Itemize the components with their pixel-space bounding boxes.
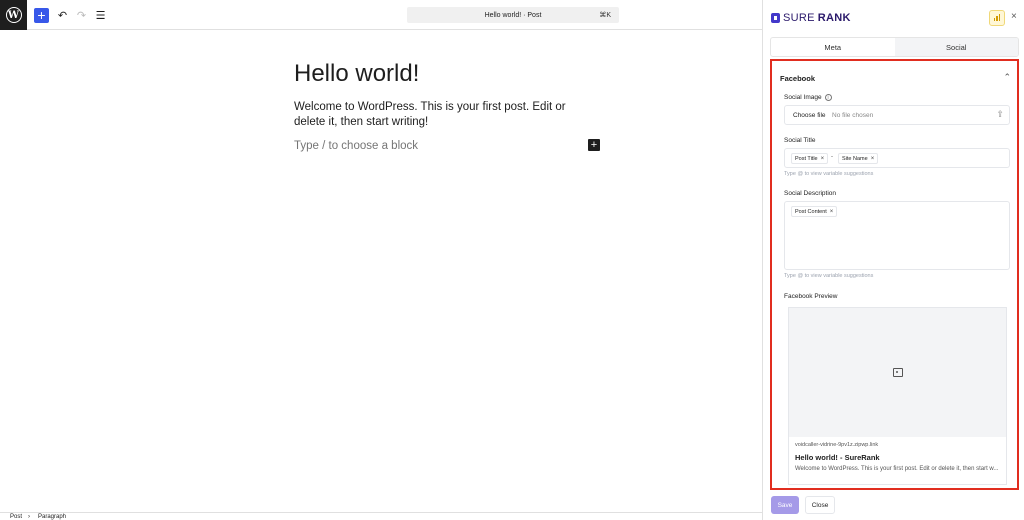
chip-label: Post Title [795,155,818,162]
social-title-input[interactable]: Post Title × - Site Name × [784,148,1010,168]
upload-icon[interactable]: ⇪ [996,109,1004,120]
document-title: Hello world! · Post [484,11,542,19]
close-sidebar-icon[interactable]: × [1011,11,1017,22]
bar-chart-icon [993,18,996,21]
chip-separator: - [831,154,833,160]
surerank-sidebar: SURE RANK × Meta Social Facebook ⌃ Social… [762,0,1024,520]
facebook-preview-label: Facebook Preview [784,293,838,300]
add-block-button[interactable]: + [34,8,49,23]
list-view-icon[interactable]: ☰ [93,8,108,23]
shortcut-hint: ⌘K [599,12,611,19]
social-image-file-input[interactable]: Choose file No file chosen ⇪ [784,105,1010,125]
remove-chip-icon[interactable]: × [871,156,875,162]
brand-rank: RANK [817,12,851,24]
social-title-label: Social Title [784,137,816,144]
post-title[interactable]: Hello world! [294,60,419,88]
surerank-logo: SURE RANK [771,12,851,24]
social-description-input[interactable]: Post Content × [784,201,1010,270]
close-button[interactable]: Close [805,496,835,514]
social-image-label: Social Image i [784,94,832,101]
preview-description: Welcome to WordPress. This is your first… [795,466,999,472]
surerank-mark-icon [771,13,780,23]
facebook-heading[interactable]: Facebook [780,74,815,83]
info-icon[interactable]: i [824,94,832,101]
bar-chart-icon-bar [998,14,1001,21]
preview-image-area [789,308,1006,437]
brand-sure: SURE [783,12,815,24]
command-palette-bar[interactable]: Hello world! · Post ⌘K [407,7,619,23]
bar-chart-icon-bar [996,16,998,21]
redo-icon[interactable]: ↷ [74,8,89,23]
chip-post-content: Post Content × [791,206,838,217]
analytics-chart-button[interactable] [989,10,1005,26]
chip-site-name: Site Name × [838,153,879,164]
wordpress-logo-button[interactable]: W [0,0,27,30]
social-description-label: Social Description [784,190,837,197]
post-paragraph[interactable]: Welcome to WordPress. This is your first… [294,100,594,130]
description-variable-hint: Type @ to view variable suggestions [784,273,874,279]
tab-social[interactable]: Social [894,38,1018,56]
sidebar-tabs: Meta Social [770,37,1019,57]
chevron-up-icon[interactable]: ⌃ [1003,72,1011,83]
facebook-settings-panel: Facebook ⌃ Social Image i Choose file No… [770,59,1019,490]
breadcrumb-paragraph[interactable]: Paragraph [38,514,66,520]
chip-post-title: Post Title × [791,153,829,164]
social-image-label-text: Social Image [784,94,822,101]
title-variable-hint: Type @ to view variable suggestions [784,171,874,177]
save-button[interactable]: Save [771,496,799,514]
image-placeholder-icon [892,368,903,377]
block-placeholder[interactable]: Type / to choose a block [294,140,418,152]
remove-chip-icon[interactable]: × [821,156,825,162]
chip-label: Post Content [795,208,827,215]
preview-url: voidcaller-vidrine-9pv1z.zipwp.link [795,442,879,448]
remove-chip-icon[interactable]: × [830,209,834,215]
choose-file-button[interactable]: Choose file [793,112,826,119]
breadcrumb-post[interactable]: Post [10,514,22,520]
undo-icon[interactable]: ↶ [55,8,70,23]
editor-canvas: Hello world! Welcome to WordPress. This … [0,30,762,512]
wordpress-icon: W [5,7,22,23]
breadcrumb-separator: › [28,514,30,520]
facebook-preview-card: voidcaller-vidrine-9pv1z.zipwp.link Hell… [788,307,1007,485]
chip-label: Site Name [842,155,868,162]
block-breadcrumb: Post › Paragraph [0,512,762,520]
tab-meta[interactable]: Meta [771,38,895,56]
inline-add-block-button[interactable]: + [588,139,600,151]
no-file-text: No file chosen [832,112,874,119]
preview-title: Hello world! - SureRank [795,453,880,462]
